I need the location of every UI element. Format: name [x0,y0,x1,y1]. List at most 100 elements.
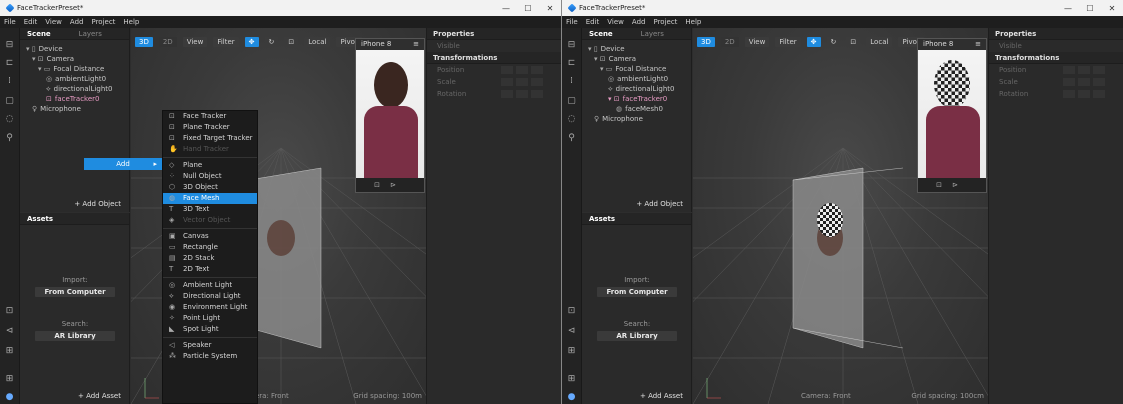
close-button[interactable]: ✕ [539,4,561,13]
viewport[interactable]: 3D 2D View Filter ✥ ↻ ⊡ Local Pivot iPho… [693,28,988,404]
search-icon[interactable]: ⚲ [4,133,15,144]
menu-item-speaker[interactable]: ◁ Speaker [163,340,257,351]
view-dropdown[interactable]: View [182,37,208,47]
rotate-tool-icon[interactable]: ↻ [264,37,279,47]
tree-item-microphone[interactable]: ♀ Microphone [582,114,691,124]
menu-icon[interactable]: ≡ [975,39,981,50]
menu-item-plane[interactable]: ◇ Plane [163,160,257,171]
device-preview-icon[interactable]: ▢ [566,96,577,107]
mode-2d-button[interactable]: 2D [720,37,739,47]
from-computer-button[interactable]: From Computer [35,287,115,297]
menu-file[interactable]: File [566,18,578,26]
menu-item-directional-light[interactable]: ⟡ Directional Light [163,291,257,302]
rotate-tool-icon[interactable]: ↻ [826,37,841,47]
menu-item-ambient-light[interactable]: ◎ Ambient Light [163,280,257,291]
filter-dropdown[interactable]: Filter [775,37,801,47]
menu-item-face-tracker[interactable]: ⊡ Face Tracker [163,111,257,122]
view-dropdown[interactable]: View [744,37,770,47]
upload-icon[interactable]: ⊡ [4,306,15,317]
menu-help[interactable]: Help [685,18,701,26]
add-object-button[interactable]: + Add Object [636,200,683,208]
menu-icon[interactable]: ≡ [413,39,419,50]
menu-project[interactable]: Project [653,18,677,26]
tree-item-focal-distance[interactable]: ▾ ▭ Focal Distance [582,64,691,74]
device-preview-icon[interactable]: ▢ [4,96,15,107]
tree-item-ambient-light[interactable]: ◎ ambientLight0 [20,74,129,84]
tab-layers[interactable]: Layers [79,30,102,38]
menu-item-plane-tracker[interactable]: ⊡ Plane Tracker [163,122,257,133]
search-icon[interactable]: ⚲ [566,133,577,144]
account-icon[interactable]: ● [566,392,577,403]
tree-item-directional-light[interactable]: ⟡ directionalLight0 [582,84,691,94]
effect-icon[interactable]: ◌ [566,114,577,125]
position-z-field[interactable] [1093,66,1105,74]
from-computer-button[interactable]: From Computer [597,287,677,297]
scale-z-field[interactable] [531,78,543,86]
menu-item-null-object[interactable]: ⁘ Null Object [163,171,257,182]
move-tool-icon[interactable]: ✥ [806,37,821,47]
tree-item-camera[interactable]: ▾ ⊡ Camera [582,54,691,64]
send-icon[interactable]: ⊲ [566,326,577,337]
menu-edit[interactable]: Edit [24,18,38,26]
upload-icon[interactable]: ⊡ [566,306,577,317]
menu-item-3d-object[interactable]: ⬡ 3D Object [163,182,257,193]
menu-file[interactable]: File [4,18,16,26]
menu-item-particle-system[interactable]: ⁂ Particle System [163,351,257,362]
move-tool-icon[interactable]: ✥ [244,37,259,47]
device-select[interactable]: iPhone 8 [923,39,953,50]
tree-item-face-tracker[interactable]: ⊡ faceTracker0 [20,94,129,104]
menu-item-face-mesh[interactable]: ◍ Face Mesh [163,193,257,204]
scale-tool-icon[interactable]: ⊡ [284,37,299,47]
add-asset-button[interactable]: + Add Asset [78,392,121,400]
patch-editor-icon[interactable]: ⊏ [566,58,577,69]
rotation-x-field[interactable] [1063,90,1075,98]
ar-library-button[interactable]: AR Library [35,331,115,341]
filter-dropdown[interactable]: Filter [213,37,239,47]
menu-help[interactable]: Help [123,18,139,26]
local-toggle[interactable]: Local [866,37,893,47]
ar-library-button[interactable]: AR Library [597,331,677,341]
position-y-field[interactable] [516,66,528,74]
mode-3d-button[interactable]: 3D [135,37,153,47]
scene-icon[interactable]: ⊟ [566,40,577,51]
menu-view[interactable]: View [607,18,624,26]
menu-view[interactable]: View [45,18,62,26]
export-icon[interactable]: ⊞ [566,346,577,357]
position-y-field[interactable] [1078,66,1090,74]
tree-item-directional-light[interactable]: ⟡ directionalLight0 [20,84,129,94]
scale-y-field[interactable] [516,78,528,86]
bars-icon[interactable]: ⁞ [4,76,15,87]
tree-item-microphone[interactable]: ♀ Microphone [20,104,129,114]
patch-editor-icon[interactable]: ⊏ [4,58,15,69]
minimize-button[interactable]: — [495,4,517,13]
grid-icon[interactable]: ⊞ [4,374,15,385]
local-toggle[interactable]: Local [304,37,331,47]
rotation-z-field[interactable] [1093,90,1105,98]
mode-2d-button[interactable]: 2D [158,37,177,47]
add-menu-item[interactable]: Add ▸ [84,158,162,170]
position-z-field[interactable] [531,66,543,74]
rotation-z-field[interactable] [531,90,543,98]
tab-layers[interactable]: Layers [641,30,664,38]
mode-3d-button[interactable]: 3D [697,37,715,47]
maximize-button[interactable]: ☐ [517,4,539,13]
rotation-x-field[interactable] [501,90,513,98]
tree-item-camera[interactable]: ▾ ⊡ Camera [20,54,129,64]
close-button[interactable]: ✕ [1101,4,1123,13]
export-icon[interactable]: ⊞ [4,346,15,357]
menu-item-rectangle[interactable]: ▭ Rectangle [163,242,257,253]
scale-z-field[interactable] [1093,78,1105,86]
tab-scene[interactable]: Scene [589,30,613,38]
grid-icon[interactable]: ⊞ [566,374,577,385]
scale-x-field[interactable] [1063,78,1075,86]
menu-item-3d-text[interactable]: T 3D Text [163,204,257,215]
add-asset-button[interactable]: + Add Asset [640,392,683,400]
rotation-y-field[interactable] [1078,90,1090,98]
menu-item-environment-light[interactable]: ◉ Environment Light [163,302,257,313]
scale-y-field[interactable] [1078,78,1090,86]
effect-icon[interactable]: ◌ [4,114,15,125]
rotation-y-field[interactable] [516,90,528,98]
scene-icon[interactable]: ⊟ [4,40,15,51]
tree-item-ambient-light[interactable]: ◎ ambientLight0 [582,74,691,84]
menu-item-2d-stack[interactable]: ▤ 2D Stack [163,253,257,264]
